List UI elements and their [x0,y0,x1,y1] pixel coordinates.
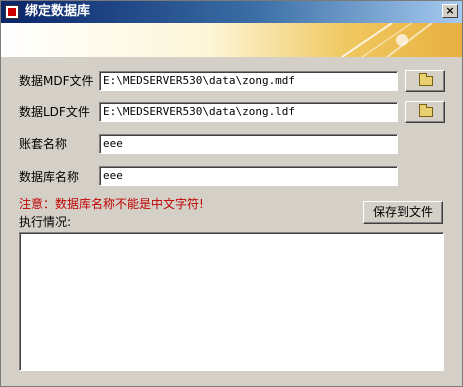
banner-decoration [341,23,433,57]
close-button[interactable]: × [442,4,458,18]
close-icon: × [445,4,455,17]
window-title: 绑定数据库 [25,4,91,19]
browse-mdf-button[interactable] [405,70,445,92]
ldf-file-input[interactable]: E:\MEDSERVER530\data\zong.ldf [99,102,398,122]
warning-text: 注意：数据库名称不能是中文字符! [19,197,204,211]
app-icon [5,5,19,19]
ldf-file-label: 数据LDF文件 [19,105,90,119]
save-to-file-button[interactable]: 保存到文件 [363,201,443,224]
header-banner [1,23,462,57]
account-name-input[interactable]: eee [99,134,398,154]
folder-icon [419,104,433,117]
account-name-label: 账套名称 [19,137,68,151]
bind-database-window: 绑定数据库 × 数据MDF文件 E:\MEDSERVER530\data\zon… [0,0,463,387]
folder-icon [419,73,433,86]
execution-status-label: 执行情况: [19,215,72,229]
browse-ldf-button[interactable] [405,101,445,123]
database-name-label: 数据库名称 [19,170,80,184]
mdf-file-label: 数据MDF文件 [19,74,94,88]
title-bar: 绑定数据库 × [1,1,462,23]
database-name-input[interactable]: eee [99,166,398,186]
mdf-file-input[interactable]: E:\MEDSERVER530\data\zong.mdf [99,71,398,91]
execution-log-area[interactable] [19,232,444,371]
